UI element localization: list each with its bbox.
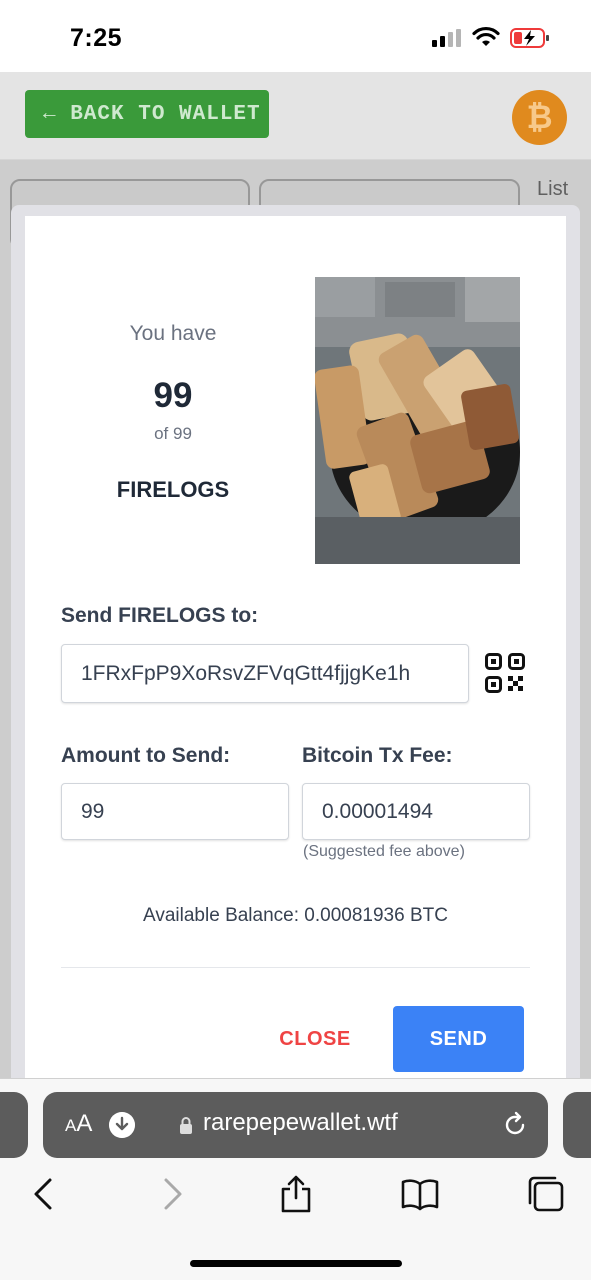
- asset-total-supply: of 99: [154, 424, 192, 443]
- recipient-address-input[interactable]: 1FRxFpP9XoRsvZFVqGtt4fjjgKe1h: [61, 644, 469, 703]
- previous-tab-preview[interactable]: [0, 1092, 28, 1158]
- browser-toolbar: [0, 1174, 591, 1224]
- status-time: 7:25: [70, 24, 123, 52]
- asset-image: [315, 277, 520, 564]
- wallet-header: ← BACK TO WALLET ₿: [0, 72, 591, 160]
- asset-quantity: 99: [153, 376, 193, 415]
- back-icon[interactable]: [24, 1174, 64, 1214]
- lock-icon: [180, 1117, 192, 1134]
- bookmarks-icon[interactable]: [400, 1174, 440, 1214]
- battery-charging-icon: [510, 28, 549, 48]
- share-icon[interactable]: [276, 1174, 316, 1214]
- cellular-signal-icon: [432, 29, 462, 47]
- download-icon[interactable]: [109, 1112, 135, 1138]
- you-have-label: You have: [129, 322, 217, 345]
- fee-input[interactable]: 0.00001494: [302, 783, 530, 840]
- browser-chrome: AA rarepepewallet.wtf: [0, 1078, 591, 1280]
- close-button[interactable]: CLOSE: [265, 1006, 365, 1072]
- amount-input[interactable]: 99: [61, 783, 289, 840]
- home-indicator[interactable]: [190, 1260, 402, 1267]
- amount-label: Amount to Send:: [61, 744, 231, 767]
- send-asset-modal: You have 99 of 99 FIRELOGS Send FIRELOGS…: [25, 216, 566, 1078]
- next-tab-preview[interactable]: [563, 1092, 591, 1158]
- back-to-wallet-button[interactable]: ← BACK TO WALLET: [25, 90, 269, 138]
- available-balance: Available Balance: 0.00081936 BTC: [143, 905, 448, 926]
- forward-icon[interactable]: [152, 1174, 192, 1214]
- reader-settings-button[interactable]: AA: [65, 1110, 92, 1138]
- fee-label: Bitcoin Tx Fee:: [302, 744, 453, 767]
- bitcoin-logo-icon: ₿: [512, 90, 567, 145]
- asset-name: FIRELOGS: [116, 477, 230, 502]
- send-to-label: Send FIRELOGS to:: [61, 604, 259, 627]
- fee-hint: (Suggested fee above): [303, 843, 465, 860]
- wifi-icon: [472, 26, 500, 46]
- send-button[interactable]: SEND: [393, 1006, 524, 1072]
- url-text: rarepepewallet.wtf: [203, 1109, 398, 1136]
- address-bar[interactable]: AA rarepepewallet.wtf: [43, 1092, 548, 1158]
- divider: [61, 967, 530, 968]
- reload-icon[interactable]: [501, 1111, 529, 1139]
- qr-code-scan-icon[interactable]: [485, 653, 525, 693]
- status-bar: 7:25: [0, 0, 591, 72]
- tabs-icon[interactable]: [526, 1174, 566, 1214]
